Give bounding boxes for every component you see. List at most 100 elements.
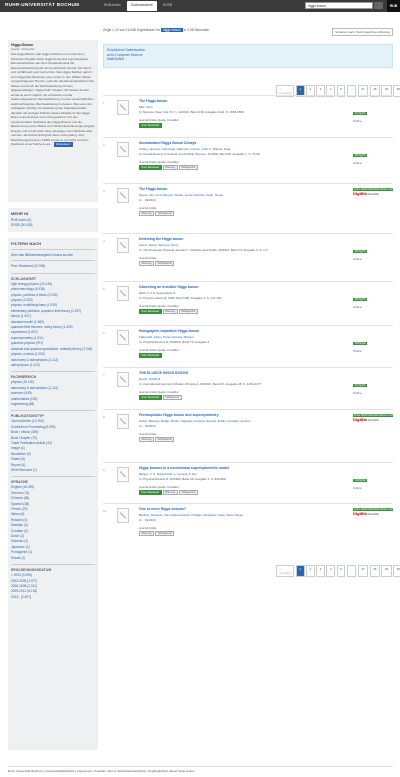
result-thumbnail[interactable] bbox=[117, 142, 129, 157]
online-link[interactable]: Online bbox=[353, 161, 391, 165]
result-title[interactable]: THE ELUSIVE HIGGS BOSON bbox=[139, 371, 319, 375]
result-thumbnail[interactable] bbox=[117, 100, 129, 115]
pager-link[interactable]: 2 bbox=[306, 565, 315, 577]
result-action-button[interactable]: Zitierung bbox=[139, 437, 155, 442]
result-action-button[interactable]: Schlagworte bbox=[178, 165, 198, 170]
result-authors[interactable]: Berthier, Riccardo; Tan Andres Kaiuka; K… bbox=[139, 513, 319, 517]
digibib-box[interactable]: Keine Zeitschrifteninformationen verfügb… bbox=[353, 188, 393, 196]
digibib-box[interactable]: Keine Zeitschrifteninformationen verfügb… bbox=[353, 508, 393, 516]
result-title[interactable]: The Higgs boson bbox=[139, 99, 319, 103]
available-badge: Verfügbar bbox=[353, 384, 368, 387]
pager-link[interactable]: 47 bbox=[357, 565, 369, 577]
result-thumbnail[interactable] bbox=[117, 286, 129, 301]
digibib-logo[interactable]: DigiBib Fernleihe bbox=[353, 191, 393, 196]
result-action-button[interactable]: Zitierung bbox=[139, 211, 155, 216]
tab-edsb[interactable]: EDSB bbox=[159, 1, 176, 11]
filter-item[interactable]: 2013 - (2.497) bbox=[11, 595, 95, 600]
result-item: 10. One or more Higgs bosons? Berthier, Ri… bbox=[103, 503, 393, 548]
result-authors[interactable]: Falkowski, Adam; Pérez-Victoria, Manuel bbox=[139, 335, 319, 339]
result-action-button[interactable]: Schlagworte bbox=[178, 309, 198, 314]
sort-select[interactable]: Sortieren nach: Suchmaschinen-Wertung bbox=[332, 28, 393, 36]
result-authors[interactable]: Ferrer, Marco; Bertozzi, Kerry bbox=[139, 243, 319, 247]
result-authors[interactable]: Haber, Barbara; Radar, Martin; Nagaoka, … bbox=[139, 419, 319, 423]
result-action-button[interactable]: Schlagworte bbox=[155, 211, 175, 216]
pager-prev[interactable]: « previous bbox=[276, 565, 295, 577]
filter-item[interactable]: Slovak (1) bbox=[11, 556, 95, 561]
online-link[interactable]: Online bbox=[353, 257, 391, 261]
pager-link[interactable]: 3 bbox=[316, 565, 325, 577]
online-link[interactable]: Online bbox=[353, 349, 391, 353]
result-thumbnail[interactable] bbox=[117, 238, 129, 253]
result-thumbnail[interactable] bbox=[117, 372, 129, 387]
result-authors[interactable]: Ellis, John bbox=[139, 105, 319, 109]
result-title[interactable]: One or more Higgs bosons? bbox=[139, 507, 319, 511]
result-title[interactable]: The Higgs boson bbox=[139, 187, 319, 191]
result-title[interactable]: Holographic unparticle Higgs boson bbox=[139, 329, 319, 333]
filter-item[interactable]: Web Resource (1) bbox=[11, 468, 95, 473]
results-bar: Zeige 1-10 von 16.538 Ergebnissen für hi… bbox=[103, 28, 393, 36]
digibib-logo[interactable]: DigiBib Fernleihe bbox=[353, 417, 393, 422]
result-title[interactable]: Fermiophobic Higgs boson and supersymmet… bbox=[139, 413, 319, 417]
result-title[interactable]: Observing an invisible Higgs boson bbox=[139, 285, 319, 289]
pager-bottom: « previous12345...47484950next » bbox=[276, 565, 400, 577]
pager-link[interactable]: 50 bbox=[393, 85, 400, 97]
filter-item[interactable]: engineering (68) bbox=[11, 402, 95, 407]
university-logo[interactable]: RUHR-UNIVERSITÄT BOCHUM bbox=[5, 2, 79, 7]
result-tags: Peer Reviewed Zitierung Schlagworte bbox=[139, 309, 199, 314]
result-action-button[interactable]: Schlagworte bbox=[155, 261, 175, 266]
peer-reviewed-filter[interactable]: Peer Reviewed (10.936) bbox=[11, 264, 95, 269]
result-title[interactable]: Detecting the Higgs boson bbox=[139, 237, 319, 241]
tab-suchmaschine[interactable]: Suchmaschine bbox=[126, 1, 157, 11]
pager-link[interactable]: 1 bbox=[295, 565, 305, 577]
recommended-link-2[interactable]: MathSciNet bbox=[107, 57, 389, 62]
online-link[interactable]: Online bbox=[353, 486, 391, 490]
pager-link[interactable]: 49 bbox=[381, 565, 392, 577]
search-input[interactable] bbox=[305, 2, 373, 9]
result-type: Journal Article bbox=[139, 256, 157, 260]
pager-link[interactable]: 48 bbox=[369, 565, 380, 577]
result-thumbnail[interactable] bbox=[117, 330, 129, 345]
result-action-button[interactable]: Zitierung bbox=[162, 309, 178, 314]
result-action-button[interactable]: Zitierung bbox=[139, 261, 155, 266]
mehr-link-edsb[interactable]: EDSB (30.028) bbox=[11, 223, 95, 228]
result-action-button[interactable]: Zitierung bbox=[162, 165, 178, 170]
filter-item[interactable]: astrophysics (1.013) bbox=[11, 363, 95, 368]
result-authors[interactable]: Eboli, O.J.P; Zeppenfeld, D. bbox=[139, 291, 319, 295]
result-authors[interactable]: Barger, V; S. Ruppenthal; L. Carrera; F.… bbox=[139, 472, 319, 476]
result-item: 5. Observing an invisible Higgs boson Ebol… bbox=[103, 281, 393, 325]
result-action-button[interactable]: Schlagworte bbox=[178, 490, 198, 495]
rub-user-button[interactable]: RUB bbox=[387, 0, 400, 12]
result-source: In: Physical Review D, 05/1989, Band 39,… bbox=[139, 477, 226, 481]
result-title[interactable]: Higgs bosons in a nonminimal supersymmet… bbox=[139, 466, 319, 470]
pager-link[interactable]: 5 bbox=[336, 565, 346, 577]
result-number: 5. bbox=[103, 287, 106, 291]
search-button[interactable] bbox=[374, 2, 383, 9]
pager-link[interactable]: 4 bbox=[326, 565, 336, 577]
result-authors[interactable]: Chang, Spencer; Dermisek, Radovan; Gunio… bbox=[139, 147, 319, 151]
wiki-more-button[interactable]: Weiterlesen bbox=[53, 142, 73, 147]
filter-panel: FILTERN NACH Über das Bibliotheksangebot… bbox=[8, 238, 98, 750]
result-thumbnail[interactable] bbox=[117, 414, 129, 429]
result-title[interactable]: Nonstandard Higgs Boson Decays bbox=[139, 141, 319, 145]
digibib-logo[interactable]: DigiBib Fernleihe bbox=[353, 511, 393, 516]
result-thumbnail[interactable] bbox=[117, 188, 129, 203]
result-action-button[interactable]: Zitierung bbox=[139, 531, 155, 536]
tab-rub-index[interactable]: RUB-Index bbox=[100, 1, 125, 11]
result-thumbnail[interactable] bbox=[117, 508, 129, 523]
online-link[interactable]: Online bbox=[353, 391, 391, 395]
pager-link[interactable]: 50 bbox=[393, 565, 400, 577]
result-action-button[interactable]: Schlagworte bbox=[155, 531, 175, 536]
result-action-button[interactable]: Schlagworte bbox=[162, 395, 182, 400]
online-link[interactable]: Online bbox=[353, 305, 391, 309]
online-link[interactable]: Online bbox=[353, 119, 391, 123]
peer-reviewed-badge: Peer Reviewed bbox=[139, 395, 162, 400]
pager-link[interactable]: ... bbox=[346, 565, 357, 577]
result-item: 8. Fermiophobic Higgs boson and supersymm… bbox=[103, 409, 393, 462]
digibib-box[interactable]: Keine Zeitschrifteninformationen verfügb… bbox=[353, 414, 393, 422]
result-action-button[interactable]: Zitierung bbox=[162, 490, 178, 495]
result-thumbnail[interactable] bbox=[117, 467, 129, 482]
result-authors[interactable]: Pierce, Jan; Jens Wenzel; Stefan; Louis … bbox=[139, 193, 319, 197]
full-text-link[interactable]: Über das Bibliotheksangebot hinaus suche… bbox=[11, 253, 95, 257]
result-action-button[interactable]: Schlagworte bbox=[155, 437, 175, 442]
result-authors[interactable]: ELLIS, JOHN R. bbox=[139, 377, 319, 381]
